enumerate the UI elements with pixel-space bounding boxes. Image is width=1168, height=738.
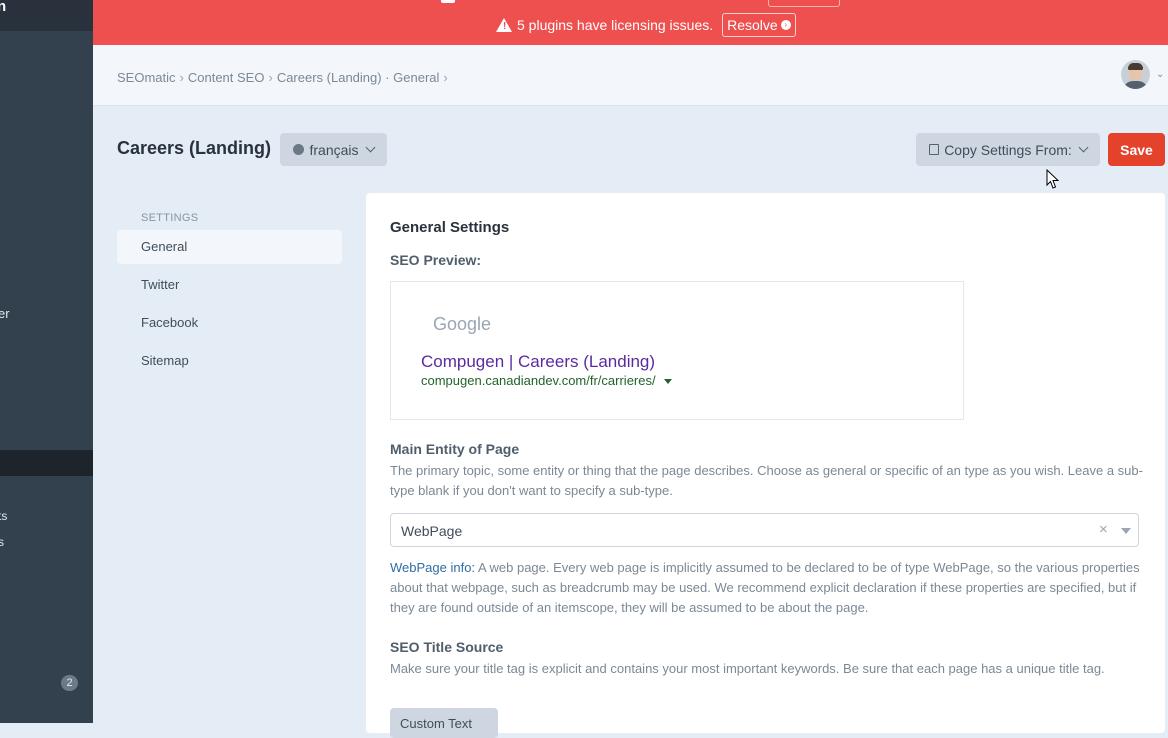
sidebar-item-selected[interactable] [0, 450, 93, 476]
banner-text: 5 plugins have licensing issues. [517, 17, 714, 33]
breadcrumb-link[interactable]: Careers (Landing) · General [277, 70, 440, 85]
sidebar-item[interactable]: s [0, 535, 4, 549]
breadcrumb-separator: › [443, 70, 448, 85]
page-title: Careers (Landing) [117, 138, 272, 158]
tab-general[interactable]: General [117, 230, 342, 264]
resolve-button[interactable]: Resolve › [722, 13, 796, 37]
tab-facebook[interactable]: Facebook [117, 306, 342, 340]
main-entity-label: Main Entity of Page [390, 441, 520, 457]
chevron-down-icon[interactable]: ⌄ [1156, 69, 1164, 80]
breadcrumb-separator: › [268, 70, 273, 85]
seo-preview: Google Compugen | Careers (Landing) comp… [390, 281, 964, 420]
tab-twitter[interactable]: Twitter [117, 268, 342, 302]
warning-icon: ! [496, 18, 512, 32]
title-source-select[interactable]: Custom Text [390, 708, 498, 738]
title-source-description: Make sure your title tag is explicit and… [390, 661, 1105, 676]
banner-message: ! 5 plugins have licensing issues. Resol… [496, 13, 796, 37]
notification-badge: 2 [61, 675, 78, 691]
panel-title: General Settings [390, 219, 510, 236]
top-header: SEOmatic › Content SEO › Careers (Landin… [93, 45, 1168, 106]
sidebar-item[interactable]: ts [0, 509, 7, 523]
avatar-body [1123, 81, 1148, 89]
settings-heading: SETTINGS [141, 212, 199, 224]
seo-preview-label: SEO Preview: [390, 252, 482, 268]
avatar[interactable] [1121, 60, 1150, 89]
copy-settings-button[interactable]: Copy Settings From: [916, 133, 1100, 166]
banner-top-button[interactable] [768, 0, 840, 7]
copy-icon [929, 144, 940, 155]
caret-down-icon[interactable] [1121, 528, 1131, 534]
main-entity-select[interactable]: WebPage × [390, 513, 1139, 547]
breadcrumb-link[interactable]: Content SEO [188, 70, 265, 85]
title-source-label: SEO Title Source [390, 639, 504, 655]
clear-icon[interactable]: × [1099, 521, 1108, 538]
tab-sitemap[interactable]: Sitemap [117, 344, 342, 378]
breadcrumb-link[interactable]: SEOmatic [117, 70, 176, 85]
preview-url-text: compugen.canadiandev.com/fr/carrieres/ [421, 373, 656, 388]
google-logo: Google [433, 314, 492, 334]
chevron-down-icon [365, 142, 375, 153]
main-entity-description: The primary topic, some entity or thing … [390, 463, 1143, 498]
sidebar: n er ts s 2 [0, 0, 93, 723]
resolve-label: Resolve [727, 17, 778, 33]
breadcrumb-separator: › [179, 70, 184, 85]
settings-panel: General Settings SEO Preview: Google Com… [366, 193, 1165, 738]
preview-url: compugen.canadiandev.com/fr/carrieres/ [421, 373, 672, 388]
banner-icon [441, 0, 455, 3]
sidebar-header[interactable]: n [0, 0, 93, 31]
breadcrumb: SEOmatic › Content SEO › Careers (Landin… [117, 70, 448, 85]
main-entity-value: WebPage [401, 523, 463, 539]
avatar-hair [1128, 63, 1143, 70]
language-select-button[interactable]: français [280, 133, 387, 166]
arrow-circle-icon: › [780, 20, 791, 30]
caret-down-icon [663, 379, 672, 385]
sidebar-item[interactable]: er [0, 306, 10, 321]
webpage-info-link[interactable]: WebPage info: [390, 560, 475, 575]
save-button[interactable]: Save [1108, 133, 1165, 166]
copy-settings-label: Copy Settings From: [944, 141, 1072, 158]
chevron-down-icon [1078, 142, 1089, 153]
site-name: n [0, 0, 7, 15]
webpage-info-text: A web page. Every web page is implicitly… [390, 560, 1140, 615]
preview-title[interactable]: Compugen | Careers (Landing) [421, 352, 655, 372]
webpage-info: WebPage info: A web page. Every web page… [390, 558, 1150, 618]
globe-icon [293, 144, 305, 155]
language-label: français [309, 141, 359, 158]
license-banner: ! 5 plugins have licensing issues. Resol… [93, 0, 1168, 45]
mouse-cursor-icon [1046, 169, 1060, 189]
